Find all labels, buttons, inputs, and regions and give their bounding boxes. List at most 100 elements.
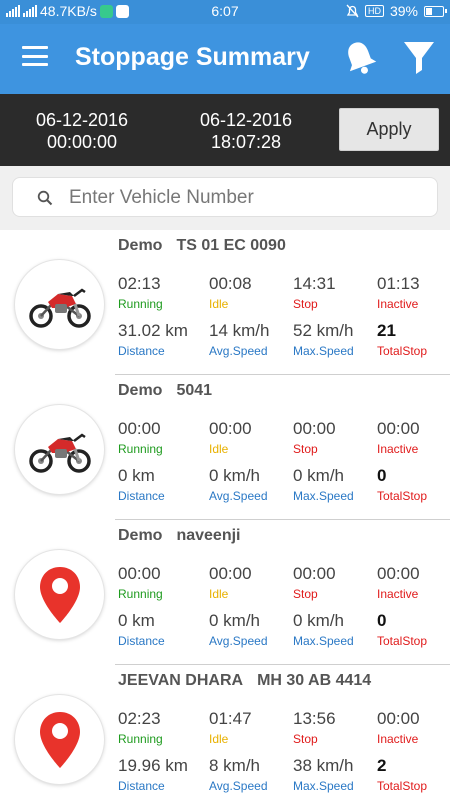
distance-label: Distance [118,779,165,793]
avg-speed-stat: 0 km/h Avg.Speed [209,466,268,504]
idle-stat: 00:00 Idle [209,419,252,457]
running-label: Running [118,442,163,456]
search-icon [37,190,53,206]
inactive-label: Inactive [377,732,419,746]
to-datetime[interactable]: 06-12-2016 18:07:28 [176,109,316,153]
total-stop-stat: 2 TotalStop [377,756,427,794]
idle-label: Idle [209,732,229,746]
stop-value: 13:56 [293,709,336,728]
from-date: 06-12-2016 [35,110,129,130]
vehicle-number: naveenji [176,527,241,544]
stop-stat: 00:00 Stop [293,564,336,602]
idle-value: 01:47 [209,709,252,728]
vehicle-search-input[interactable] [69,184,419,212]
distance-stat: 19.96 km Distance [118,756,188,794]
running-stat: 00:00 Running [118,419,163,457]
app-bar: Stoppage Summary [0,24,450,94]
inactive-value: 00:00 [377,709,420,728]
running-value: 02:23 [118,709,161,728]
vehicle-avatar [15,550,104,639]
search-area [0,166,450,230]
inactive-value: 00:00 [377,419,420,438]
distance-label: Distance [118,634,165,648]
stop-stat: 14:31 Stop [293,274,336,312]
location-pin-icon [39,711,80,768]
avg-speed-label: Avg.Speed [209,344,268,358]
stop-label: Stop [293,587,318,601]
max-speed-label: Max.Speed [293,489,354,503]
battery-percent: 39% [389,3,418,19]
from-time: 00:00:00 [46,132,118,152]
stop-label: Stop [293,732,318,746]
vehicle-list: Demo TS 01 EC 0090 02:13 Running 00:08 Id… [0,230,450,800]
distance-label: Distance [118,489,165,503]
inactive-label: Inactive [377,297,419,311]
idle-value: 00:00 [209,564,252,583]
vehicle-title: Demo TS 01 EC 0090 [118,237,286,255]
max-speed-value: 0 km/h [293,466,345,485]
menu-icon[interactable] [22,46,48,66]
stop-stat: 00:00 Stop [293,419,336,457]
inactive-label: Inactive [377,442,419,456]
vehicle-row[interactable]: Demo TS 01 EC 0090 02:13 Running 00:08 Id… [0,230,450,375]
status-bar: 48.7KB/s 6:07 HD 39% [0,0,450,24]
battery-icon [424,5,447,17]
vehicle-number: MH 30 AB 4414 [257,672,372,689]
running-stat: 02:23 Running [118,709,163,747]
stop-label: Stop [293,442,318,456]
bell-icon[interactable] [342,38,378,78]
max-speed-label: Max.Speed [293,344,354,358]
search-box[interactable] [12,177,438,217]
total-stop-label: TotalStop [377,634,428,648]
max-speed-value: 38 km/h [293,756,354,775]
vehicle-name: JEEVAN DHARA [118,672,244,689]
max-speed-label: Max.Speed [293,779,354,793]
status-bar-right: HD 39% [346,3,447,19]
running-value: 02:13 [118,274,161,293]
location-pin-icon [39,566,80,623]
motorbike-icon [28,432,91,473]
vehicle-name: Demo [118,237,163,254]
avg-speed-label: Avg.Speed [209,779,268,793]
idle-stat: 00:00 Idle [209,564,252,602]
avg-speed-label: Avg.Speed [209,634,268,648]
distance-stat: 0 km Distance [118,466,165,504]
to-date: 06-12-2016 [199,110,293,130]
distance-stat: 31.02 km Distance [118,321,188,359]
running-label: Running [118,587,163,601]
distance-value: 0 km [118,466,155,485]
vehicle-title: JEEVAN DHARA MH 30 AB 4414 [118,672,371,690]
apply-button[interactable]: Apply [339,108,439,151]
avg-speed-label: Avg.Speed [209,489,268,503]
total-stop-value: 2 [377,756,387,775]
vehicle-title: Demo naveenji [118,527,240,545]
running-stat: 00:00 Running [118,564,163,602]
total-stop-value: 0 [377,466,387,485]
inactive-stat: 00:00 Inactive [377,564,420,602]
idle-label: Idle [209,297,229,311]
stop-label: Stop [293,297,318,311]
total-stop-value: 0 [377,611,387,630]
vehicle-row[interactable]: JEEVAN DHARA MH 30 AB 4414 02:23 Running … [0,665,450,800]
hd-badge: HD [364,5,384,17]
date-range-bar: 06-12-2016 00:00:00 06-12-2016 18:07:28 … [0,94,450,166]
page-title: Stoppage Summary [75,43,310,71]
vehicle-name: Demo [118,527,163,544]
vehicle-avatar [15,695,104,784]
filter-icon[interactable] [402,40,436,76]
idle-value: 00:00 [209,419,252,438]
distance-value: 19.96 km [118,756,188,775]
stop-value: 00:00 [293,564,336,583]
idle-label: Idle [209,442,229,456]
total-stop-stat: 0 TotalStop [377,611,427,649]
vehicle-row[interactable]: Demo 5041 00:00 Running 00:00 Idle 00:00 … [0,375,450,520]
max-speed-stat: 0 km/h Max.Speed [293,466,354,504]
vehicle-row[interactable]: Demo naveenji 00:00 Running 00:00 Idle 00… [0,520,450,665]
distance-stat: 0 km Distance [118,611,165,649]
to-time: 18:07:28 [210,132,282,152]
from-datetime[interactable]: 06-12-2016 00:00:00 [12,109,152,153]
total-stop-label: TotalStop [377,779,428,793]
total-stop-stat: 21 TotalStop [377,321,427,359]
running-stat: 02:13 Running [118,274,163,312]
max-speed-value: 52 km/h [293,321,354,340]
